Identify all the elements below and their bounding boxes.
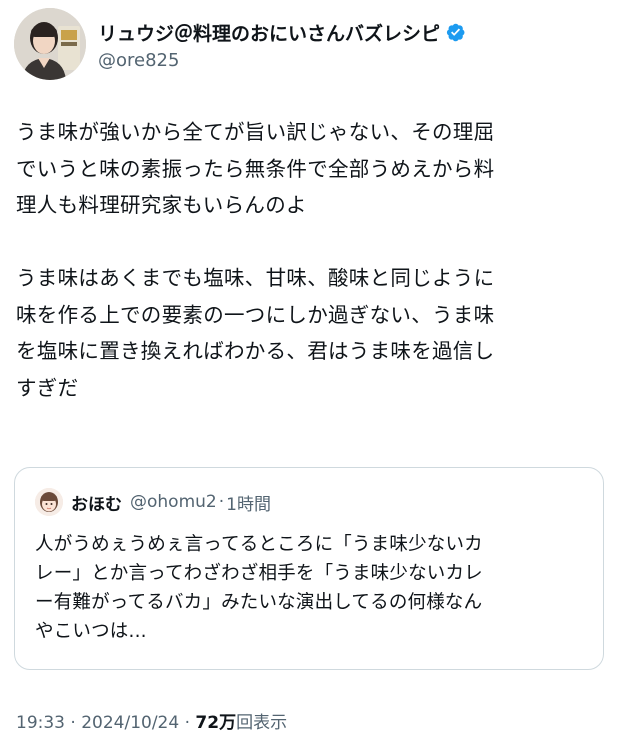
tweet-header: リュウジ＠料理のおにいさんバズレシピ @ore825 bbox=[14, 8, 466, 80]
tweet-body-text: うま味が強いから全てが旨い訳じゃない、その理屈 でいうと味の素振ったら無条件で全… bbox=[16, 120, 495, 400]
quoted-tweet-text: 人がうめぇうめぇ言ってるところに「うま味少ないカ レー」とか言ってわざわざ相手を… bbox=[35, 534, 483, 642]
quoted-separator: · bbox=[218, 492, 225, 512]
views-label: 回表示 bbox=[236, 713, 288, 733]
author-handle[interactable]: @ore825 bbox=[98, 50, 466, 71]
quoted-tweet-time: 1時間 bbox=[226, 494, 271, 515]
views-count: 72万 bbox=[195, 713, 237, 733]
quoted-tweet-card[interactable]: おほむ @ohomu2 · 1時間 人がうめぇうめぇ言ってるところに「うま味少な… bbox=[14, 467, 604, 670]
tweet-timestamp[interactable]: 19:33 · 2024/10/24 · bbox=[16, 713, 195, 733]
quoted-tweet-header: おほむ @ohomu2 · 1時間 bbox=[35, 488, 271, 516]
quoted-author-avatar bbox=[35, 488, 63, 516]
author-names: リュウジ＠料理のおにいさんバズレシピ @ore825 bbox=[98, 18, 466, 71]
author-avatar[interactable] bbox=[14, 8, 86, 80]
quoted-author-handle: @ohomu2 bbox=[130, 492, 217, 512]
author-display-name[interactable]: リュウジ＠料理のおにいさんバズレシピ bbox=[98, 19, 440, 46]
tweet-meta: 19:33 · 2024/10/24 · 72万回表示 bbox=[16, 708, 287, 733]
verified-badge-icon bbox=[445, 22, 466, 43]
quoted-author-display-name: おほむ bbox=[71, 494, 122, 515]
author-name-row: リュウジ＠料理のおにいさんバズレシピ bbox=[98, 18, 466, 48]
